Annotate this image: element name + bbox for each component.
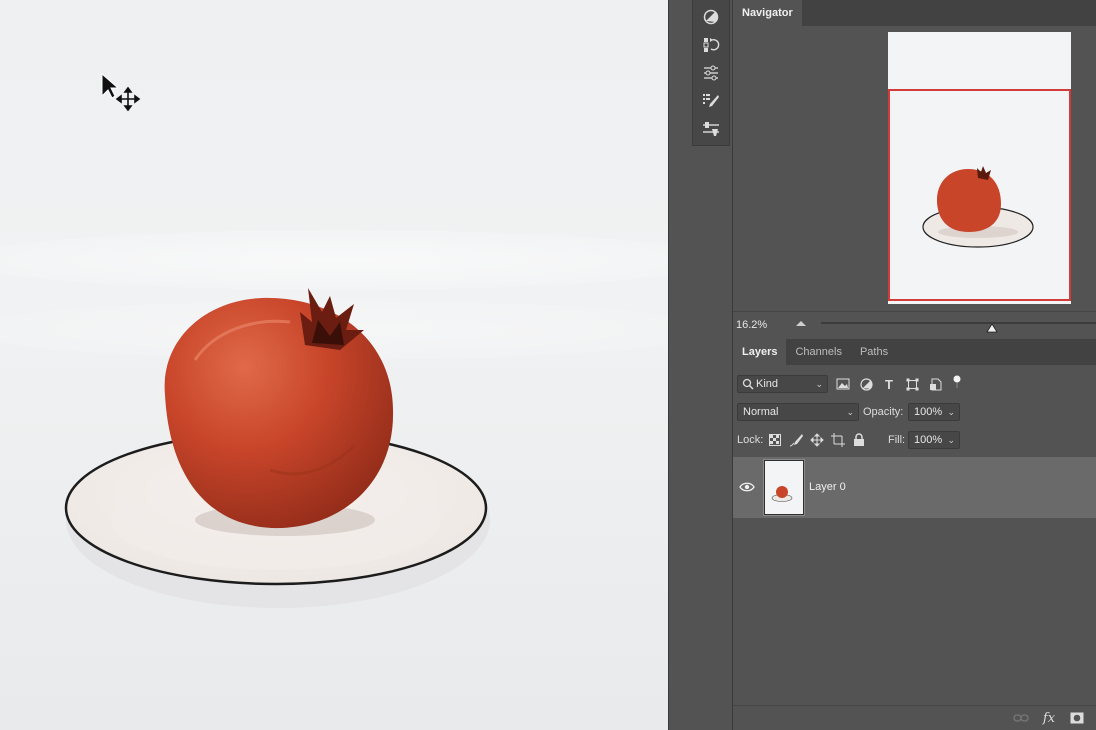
lock-transparent-icon[interactable] xyxy=(767,432,783,448)
layer-name[interactable]: Layer 0 xyxy=(809,481,846,493)
mask-icon[interactable] xyxy=(1069,710,1085,726)
lock-pixels-icon[interactable] xyxy=(788,432,804,448)
document-canvas[interactable] xyxy=(0,0,668,730)
opacity-label: Opacity: xyxy=(863,406,904,418)
type-filter-icon[interactable]: T xyxy=(881,376,897,392)
lock-label: Lock: xyxy=(737,434,764,446)
layers-tabbar: Layers Channels Paths xyxy=(733,339,1096,365)
filter-toggle-icon[interactable] xyxy=(949,374,965,390)
blend-mode-dropdown[interactable]: Normal ⌄ xyxy=(737,403,859,421)
navigator-thumbnail[interactable] xyxy=(888,32,1071,304)
fill-input[interactable]: 100% ⌄ xyxy=(908,431,960,449)
adjustments-icon[interactable] xyxy=(699,6,723,28)
fill-value: 100% xyxy=(914,434,943,446)
navigator-zoom-row: 16.2% xyxy=(733,311,1096,339)
blend-mode-value: Normal xyxy=(743,406,779,418)
chevron-down-icon: ⌄ xyxy=(947,407,955,417)
collapsed-panels-strip xyxy=(692,0,730,146)
link-icon[interactable] xyxy=(1013,710,1029,726)
tab-navigator[interactable]: Navigator xyxy=(733,0,802,26)
tab-paths[interactable]: Paths xyxy=(851,339,897,365)
layer-filter-row: Kind ⌄ T xyxy=(733,372,1096,396)
navigator-tabbar: Navigator xyxy=(733,0,1096,26)
chevron-down-icon: ⌄ xyxy=(846,407,854,417)
lock-position-icon[interactable] xyxy=(809,432,825,448)
lock-artboard-icon[interactable] xyxy=(830,432,846,448)
layer-row[interactable]: Layer 0 xyxy=(733,457,1096,518)
eye-icon[interactable] xyxy=(739,481,755,496)
panels-area: Navigator 16.2% Layers Channels Paths Ki… xyxy=(732,0,1096,730)
shape-filter-icon[interactable] xyxy=(904,376,920,392)
opacity-input[interactable]: 100% ⌄ xyxy=(908,403,960,421)
layers-footer: fx xyxy=(733,705,1096,730)
image-filter-icon[interactable] xyxy=(835,376,851,392)
navigator-view-frame[interactable] xyxy=(888,89,1071,301)
fx-icon[interactable]: fx xyxy=(1041,710,1057,726)
layer-thumbnail-image xyxy=(771,486,793,502)
chevron-down-icon: ⌄ xyxy=(815,379,823,389)
zoom-slider-thumb[interactable] xyxy=(985,322,999,337)
chevron-down-icon: ⌄ xyxy=(947,435,955,445)
history-icon[interactable] xyxy=(699,34,723,56)
brush-settings-icon[interactable] xyxy=(699,90,723,112)
zoom-slider-track[interactable] xyxy=(821,322,1096,324)
tool-presets-icon[interactable] xyxy=(699,118,723,140)
opacity-value: 100% xyxy=(914,406,943,418)
search-icon xyxy=(740,376,756,392)
tab-layers[interactable]: Layers xyxy=(733,339,787,365)
lock-all-icon[interactable] xyxy=(851,432,867,448)
tab-channels[interactable]: Channels xyxy=(786,339,850,365)
adjustment-filter-icon[interactable] xyxy=(858,376,874,392)
kind-filter-label: Kind xyxy=(756,378,779,390)
layer-thumbnail[interactable] xyxy=(763,459,805,516)
move-cursor-icon xyxy=(100,72,142,115)
kind-filter-dropdown[interactable]: Kind ⌄ xyxy=(737,375,828,393)
fill-label: Fill: xyxy=(888,434,906,446)
smart-object-filter-icon[interactable] xyxy=(927,376,943,392)
zoom-value[interactable]: 16.2% xyxy=(736,319,767,331)
zoom-out-icon[interactable] xyxy=(794,318,808,331)
properties-icon[interactable] xyxy=(699,62,723,84)
